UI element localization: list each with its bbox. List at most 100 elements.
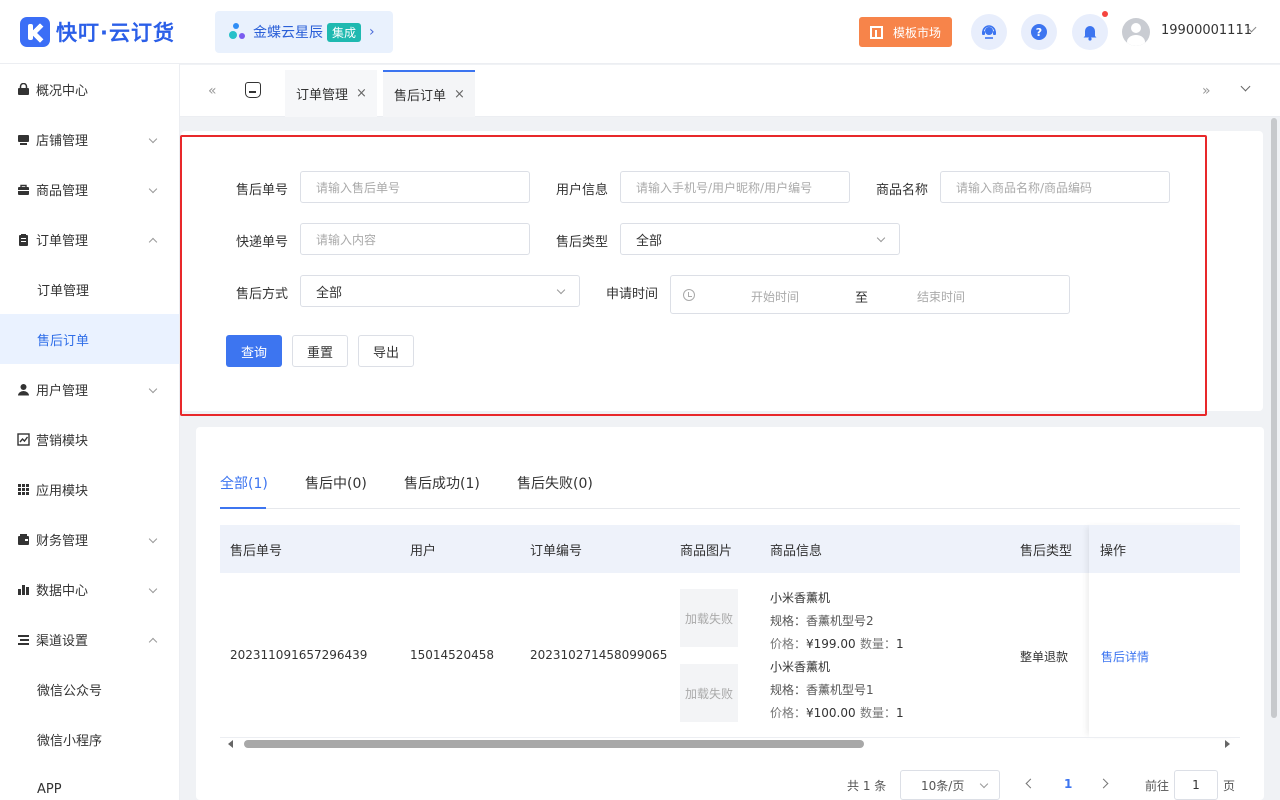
goto-label: 前往 — [1145, 779, 1170, 793]
goto-page-input[interactable]: 1 — [1174, 770, 1218, 800]
lock-icon — [16, 82, 30, 96]
column-header: 订单编号 — [530, 544, 583, 559]
sidebar-item-label: 微信小程序 — [37, 733, 103, 749]
chevron-right-icon: › — [369, 24, 375, 40]
user-name[interactable]: 19900001111 — [1161, 23, 1252, 38]
bag-icon — [16, 182, 30, 196]
sidebar-item-orders[interactable]: 订单管理 — [0, 214, 179, 264]
avatar-icon[interactable] — [1122, 18, 1150, 46]
scroll-left-arrow-icon[interactable] — [228, 740, 233, 748]
app-title: 快叮·云订货 — [56, 21, 175, 45]
sidebar-item-apps[interactable]: 应用模块 — [0, 464, 179, 514]
grid-icon — [869, 25, 883, 39]
column-header: 操作 — [1100, 544, 1127, 559]
tab-bar: « 订单管理 × 售后订单 × » — [180, 65, 1280, 117]
status-tab-success[interactable]: 售后成功(1) — [404, 473, 480, 493]
tab-order-manage[interactable]: 订单管理 × — [285, 70, 377, 117]
sidebar-item-label: 订单管理 — [36, 233, 89, 249]
home-icon[interactable] — [245, 82, 261, 98]
page-size-select[interactable]: 10条/页 — [900, 770, 1000, 800]
tab-after-sale[interactable]: 售后订单 × — [383, 70, 475, 117]
logo-icon — [20, 17, 50, 47]
chevron-down-icon[interactable] — [1240, 81, 1251, 92]
chevron-down-icon — [148, 184, 158, 194]
service-icon — [982, 25, 996, 39]
template-market-label: 模板市场 — [892, 25, 941, 40]
goods-image-placeholder: 加载失败 — [680, 589, 738, 647]
sidebar-item-finance[interactable]: 财务管理 — [0, 514, 179, 564]
page-number-current[interactable]: 1 — [1064, 777, 1072, 791]
pagination-total: 共 1 条 — [847, 779, 887, 793]
user-cell: 15014520458 — [410, 648, 494, 662]
clipboard-icon — [16, 232, 30, 246]
scroll-tabs-left-icon[interactable]: « — [208, 83, 216, 99]
sidebar-item-label: 概况中心 — [36, 83, 89, 99]
status-tab-failed[interactable]: 售后失败(0) — [517, 473, 593, 493]
sidebar-item-marketing[interactable]: 营销模块 — [0, 414, 179, 464]
goods-spec: 规格：香薰机型号1 — [770, 683, 874, 697]
tabs-divider — [220, 508, 1240, 509]
sidebar-item-label: 财务管理 — [36, 533, 89, 549]
bell-icon — [1083, 26, 1097, 41]
sidebar-item-data[interactable]: 数据中心 — [0, 564, 179, 614]
scroll-tabs-right-icon[interactable]: » — [1202, 83, 1210, 99]
column-header: 售后单号 — [230, 544, 283, 559]
chevron-up-icon — [148, 637, 158, 647]
sidebar-subitem-after-sale[interactable]: 售后订单 — [0, 314, 179, 364]
store-icon — [16, 132, 30, 146]
notification-dot — [1102, 11, 1108, 17]
goods-price: 价格：¥100.00 — [770, 706, 856, 720]
notification-button[interactable] — [1072, 14, 1108, 50]
list-icon — [16, 632, 30, 646]
svg-text:?: ? — [1036, 26, 1042, 39]
chevron-down-icon — [148, 534, 158, 544]
template-market-button[interactable]: 模板市场 — [859, 17, 952, 47]
customer-service-button[interactable] — [971, 14, 1007, 50]
brand-tag: 集成 — [327, 22, 362, 42]
chevron-down-icon — [148, 584, 158, 594]
sidebar-subitem-app[interactable]: APP — [0, 764, 179, 800]
horizontal-scrollbar[interactable] — [220, 739, 1240, 751]
vertical-scrollbar[interactable] — [1271, 118, 1277, 718]
scrollbar-thumb[interactable] — [244, 740, 864, 748]
after-sale-no-cell: 202311091657296439 — [230, 648, 368, 662]
wallet-icon — [16, 532, 30, 546]
column-header: 用户 — [410, 544, 437, 559]
status-tab-processing[interactable]: 售后中(0) — [305, 473, 367, 493]
sidebar-subitem-order-manage[interactable]: 订单管理 — [0, 264, 179, 314]
sidebar-item-label: 应用模块 — [36, 483, 89, 499]
tab-label: 售后订单 — [394, 89, 447, 104]
scroll-right-arrow-icon[interactable] — [1225, 740, 1230, 748]
close-icon[interactable]: × — [454, 87, 465, 102]
sidebar-subitem-wechat-mini[interactable]: 微信小程序 — [0, 714, 179, 764]
page-unit-label: 页 — [1223, 779, 1236, 793]
column-header: 售后类型 — [1020, 544, 1073, 559]
sidebar-item-label: 店铺管理 — [36, 133, 89, 149]
close-icon[interactable]: × — [356, 86, 367, 101]
sidebar-item-overview[interactable]: 概况中心 — [0, 64, 179, 114]
sidebar-item-goods[interactable]: 商品管理 — [0, 164, 179, 214]
sidebar-item-channel[interactable]: 渠道设置 — [0, 614, 179, 664]
after-sale-type-cell: 整单退款 — [1020, 650, 1069, 664]
sidebar-subitem-wechat-official[interactable]: 微信公众号 — [0, 664, 179, 714]
goods-qty: 数量：1 — [860, 706, 904, 720]
tab-label: 订单管理 — [296, 88, 349, 103]
status-tab-all[interactable]: 全部(1) — [220, 473, 268, 493]
sidebar-item-label: 渠道设置 — [36, 633, 89, 649]
goods-spec: 规格：香薰机型号2 — [770, 614, 874, 628]
sidebar-item-users[interactable]: 用户管理 — [0, 364, 179, 414]
kingdee-integration-chip[interactable]: 金蝶云星辰 集成 › — [215, 11, 393, 53]
apps-grid-icon — [16, 482, 30, 496]
goods-price: 价格：¥199.00 — [770, 637, 856, 651]
goods-image-placeholder: 加载失败 — [680, 664, 738, 722]
after-sale-detail-link[interactable]: 售后详情 — [1101, 648, 1149, 665]
sidebar-item-label: 订单管理 — [37, 283, 90, 299]
page-size-value: 10条/页 — [921, 778, 965, 793]
chevron-up-icon — [148, 237, 158, 247]
help-button[interactable]: ? — [1021, 14, 1057, 50]
goods-name: 小米香薰机 — [770, 660, 831, 674]
bar-chart-icon — [16, 582, 30, 596]
goods-qty: 数量：1 — [860, 637, 904, 651]
app-logo[interactable]: 快叮·云订货 — [20, 17, 175, 47]
sidebar-item-store[interactable]: 店铺管理 — [0, 114, 179, 164]
